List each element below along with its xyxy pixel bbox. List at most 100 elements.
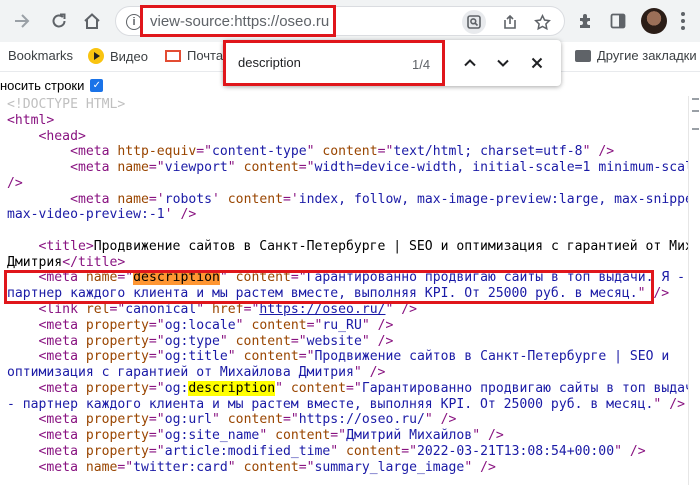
source-token: =" (290, 333, 307, 349)
source-line: <meta property="og:site_name" content="Д… (7, 428, 504, 443)
chevron-down-icon[interactable] (491, 51, 515, 75)
source-line: <meta property="og:locale" content="ru_R… (7, 317, 394, 333)
source-token: " /> (582, 144, 615, 160)
chevron-up-icon[interactable] (458, 51, 482, 75)
gmail-icon (165, 49, 181, 62)
source-line: max-video-preview:-1' /> (7, 207, 196, 222)
source-token: =" (148, 160, 165, 176)
source-token: og:locale (164, 317, 236, 333)
source-token: =" (306, 317, 323, 333)
source-token: og:url (164, 412, 213, 428)
source-token: name (117, 191, 149, 207)
bookmark-star-icon[interactable] (530, 10, 554, 34)
extensions-puzzle-icon[interactable] (574, 9, 598, 33)
source-token: text/html; charset=utf-8 (393, 144, 583, 160)
find-input[interactable] (238, 55, 388, 70)
source-token: <meta (7, 191, 118, 207)
source-token: rel (85, 302, 110, 317)
source-line: <meta http-equiv="content-type" content=… (7, 144, 614, 159)
source-line: оптимизация с гарантией от Михайлова Дми… (7, 365, 385, 380)
source-line: - партнер каждого клиента и мы растем вм… (7, 397, 685, 412)
bookmark-label: Видео (110, 48, 148, 64)
reload-icon[interactable] (47, 9, 71, 33)
youtube-icon (88, 48, 104, 64)
source-token: " /> (385, 302, 418, 317)
source-token: content (243, 349, 299, 365)
bookmark-mail[interactable]: Почта (165, 48, 223, 63)
source-token: content (243, 160, 299, 176)
source-token: ' /> (164, 207, 197, 223)
bookmark-other[interactable]: Другие закладки (575, 48, 697, 63)
bookmark-video[interactable]: Видео (88, 48, 148, 64)
source-token: " /> (361, 333, 394, 349)
source-line: <meta name="viewport" content="width=dev… (7, 160, 688, 175)
source-token: max-video-preview:-1 (7, 207, 165, 223)
source-token: " /> (361, 317, 394, 333)
source-token: " (227, 349, 244, 365)
source-token: property (85, 428, 149, 444)
source-token: twitter:card (133, 459, 228, 475)
source-token: <meta (7, 333, 86, 349)
source-line: <meta property="og:type" content="websit… (7, 333, 394, 349)
menu-kebab-icon[interactable] (680, 12, 686, 30)
source-token: =" (346, 380, 362, 396)
share-icon[interactable] (498, 10, 522, 34)
profile-avatar[interactable] (641, 8, 667, 34)
forward-arrow-icon[interactable] (10, 9, 34, 33)
source-token: оптимизация с гарантией от Михайлова Дми… (7, 365, 354, 381)
source-token: viewport (164, 160, 228, 176)
source-token: =' (148, 191, 165, 207)
source-token: " /> (614, 443, 646, 459)
source-token: index, follow, max-image-preview:large, … (298, 191, 688, 207)
bookmark-label: Bookmarks (8, 48, 74, 63)
source-line: Дмитрия</title> (7, 255, 125, 270)
source-token: name (85, 459, 118, 475)
source-token: content (227, 191, 283, 207)
source-token: <link (7, 302, 86, 317)
source-token: href (212, 302, 244, 317)
source-token: =" (148, 428, 165, 444)
bookmark-bookmarks[interactable]: Bookmarks (8, 48, 73, 63)
home-icon[interactable] (80, 9, 104, 33)
source-token: =" (401, 443, 417, 459)
source-token: " (259, 428, 276, 444)
source-token[interactable]: https://oseo.ru/ (259, 302, 385, 317)
source-token: </title> (62, 254, 126, 270)
wrap-lines-checkbox[interactable]: ✓ (90, 78, 104, 92)
source-token: <meta (7, 443, 86, 459)
source-token: " /> (353, 365, 386, 381)
source-line: <meta property="og:url" content="https:/… (7, 412, 457, 428)
source-token: =" (298, 349, 315, 365)
source-token: <meta (7, 144, 118, 160)
url-highlight-frame[interactable]: view-source:https://oseo.ru (140, 5, 336, 37)
source-line: <meta name="twitter:card" content="summa… (7, 460, 496, 475)
bookmark-label: Почта (187, 48, 224, 63)
source-token: " (219, 333, 236, 349)
vertical-scrollbar[interactable] (688, 96, 700, 485)
source-token: =" (330, 428, 347, 444)
source-token: property (85, 443, 149, 459)
find-match-count: 1/4 (412, 57, 431, 72)
source-token: content (251, 317, 307, 333)
source-token: " /> (424, 412, 457, 428)
folder-icon (575, 49, 591, 62)
close-icon[interactable] (525, 51, 549, 75)
scrollbar-match-mark (692, 98, 699, 100)
source-line: <meta property="article:modified_time" c… (7, 444, 646, 459)
source-line: <meta property="og:description" content=… (7, 380, 688, 396)
source-token: property (85, 380, 149, 396)
source-token: =" (148, 317, 165, 333)
source-token: og: (164, 380, 189, 396)
source-token: =" (109, 302, 126, 317)
source-token: article:modified_time (164, 443, 331, 459)
source-token: Гарантированно продвигаю сайты в топ выд… (361, 380, 688, 396)
source-token: <title> (7, 238, 94, 254)
source-token: website (306, 333, 362, 349)
source-token: Дмитрий Михайлов (346, 428, 473, 444)
source-token: content-type (212, 144, 307, 160)
source-token: property (85, 412, 149, 428)
search-page-icon[interactable] (462, 10, 486, 34)
side-panel-icon[interactable] (606, 9, 630, 33)
source-token: =" (148, 380, 165, 396)
source-token: content (346, 443, 402, 459)
